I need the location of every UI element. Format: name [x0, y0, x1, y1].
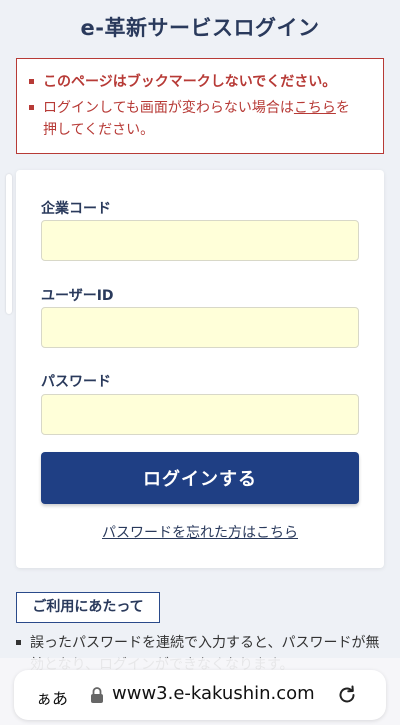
address-bar[interactable]: ぁあ www3.e-kakushin.com: [14, 670, 386, 720]
text-size-button[interactable]: ぁあ: [36, 685, 68, 709]
user-id-label: ユーザーID: [41, 288, 114, 304]
url-text[interactable]: www3.e-kakushin.com: [112, 683, 315, 704]
login-button[interactable]: ログインする: [41, 452, 359, 504]
password-input[interactable]: [41, 394, 359, 435]
password-label: パスワード: [41, 374, 111, 390]
notice-no-bookmark: このページはブックマークしないでください。: [29, 71, 373, 93]
notice-here-link[interactable]: こちら: [294, 100, 336, 116]
company-code-label: 企業コード: [41, 201, 111, 217]
notice-refresh-suffix: を: [335, 100, 350, 116]
company-code-input[interactable]: [41, 220, 359, 261]
forgot-password-link[interactable]: パスワードを忘れた方はこちら: [16, 522, 384, 542]
reload-icon[interactable]: [336, 684, 358, 706]
notice-refresh-prefix: ログインしても画面が変わらない場合は: [43, 100, 294, 116]
notice-box: このページはブックマークしないでください。 ログインしても画面が変わらない場合は…: [16, 58, 384, 154]
notice-refresh-hint: ログインしても画面が変わらない場合はこちらを押してください。: [29, 97, 373, 141]
user-id-input[interactable]: [41, 307, 359, 348]
notice-refresh-line3: 押してください。: [43, 122, 155, 138]
page-title: e-革新サービスログイン: [80, 16, 320, 40]
scrollbar-thumb[interactable]: [6, 174, 12, 314]
usage-notes-heading: ご利用にあたって: [16, 592, 160, 623]
login-card: 企業コード ユーザーID パスワード ログインする パスワードを忘れた方はこちら: [16, 170, 384, 568]
browser-bottom-bar: ぁあ www3.e-kakushin.com: [0, 658, 400, 725]
lock-icon: [91, 687, 103, 703]
